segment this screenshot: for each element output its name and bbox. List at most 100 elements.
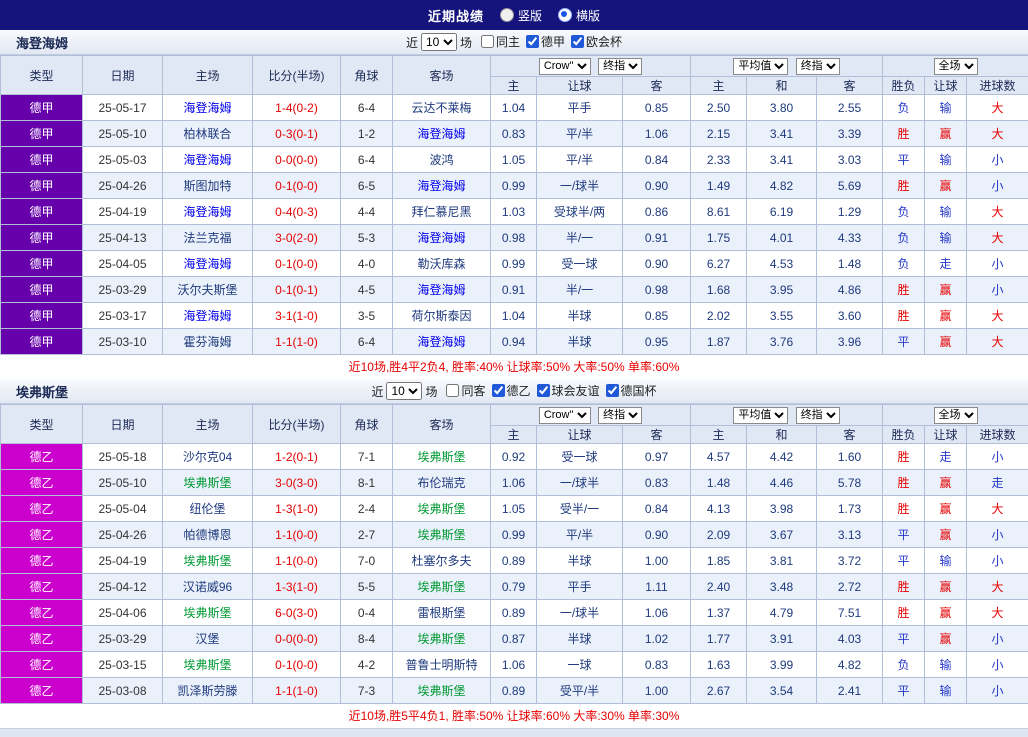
average-select[interactable]: 平均值 <box>733 407 788 424</box>
away-team-link[interactable]: 海登海姆 <box>393 225 491 251</box>
away-team-link[interactable]: 埃弗斯堡 <box>393 444 491 470</box>
odds-company-select[interactable]: Crow" <box>539 58 591 75</box>
handicap-away-odds-cell: 0.85 <box>623 95 691 121</box>
away-team-link[interactable]: 荷尔斯泰因 <box>393 303 491 329</box>
corner-cell: 6-4 <box>341 329 393 355</box>
score-cell: 6-0(3-0) <box>253 600 341 626</box>
filter-同客[interactable]: 同客 <box>446 382 485 399</box>
euro-home-odds-cell: 2.02 <box>691 303 747 329</box>
final-index-select[interactable]: 终指 <box>598 58 642 75</box>
match-date-cell: 25-03-08 <box>83 678 163 704</box>
filter-德乙[interactable]: 德乙 <box>492 382 531 399</box>
radio-label: 竖版 <box>518 7 542 24</box>
home-team-link[interactable]: 海登海姆 <box>163 95 253 121</box>
euro-home-odds-cell: 1.87 <box>691 329 747 355</box>
home-team-link[interactable]: 帕德博恩 <box>163 522 253 548</box>
away-team-link[interactable]: 云达不莱梅 <box>393 95 491 121</box>
handicap-result-cell: 赢 <box>925 277 967 303</box>
away-team-link[interactable]: 海登海姆 <box>393 277 491 303</box>
away-team-link[interactable]: 波鸿 <box>393 147 491 173</box>
filter-球会友谊[interactable]: 球会友谊 <box>537 382 600 399</box>
euro-home-odds-cell: 1.68 <box>691 277 747 303</box>
filter-checkbox[interactable] <box>492 384 505 397</box>
final-index-select-2[interactable]: 终指 <box>796 407 840 424</box>
odds-company-select[interactable]: Crow" <box>539 407 591 424</box>
away-team-link[interactable]: 海登海姆 <box>393 173 491 199</box>
match-row: 德乙25-04-06埃弗斯堡6-0(3-0)0-4雷根斯堡0.89一/球半1.0… <box>1 600 1028 626</box>
away-team-link[interactable]: 海登海姆 <box>393 329 491 355</box>
games-label: 场 <box>425 383 437 400</box>
euro-draw-odds-cell: 4.82 <box>747 173 817 199</box>
section-header-bar: 埃弗斯堡 近 10 场 同客德乙球会友谊德国杯 <box>0 379 1028 404</box>
away-team-link[interactable]: 雷根斯堡 <box>393 600 491 626</box>
home-team-link[interactable]: 埃弗斯堡 <box>163 652 253 678</box>
away-team-link[interactable]: 布伦瑞克 <box>393 470 491 496</box>
handicap-result-cell: 赢 <box>925 626 967 652</box>
euro-away-odds-cell: 3.72 <box>817 548 883 574</box>
handicap-result-cell: 赢 <box>925 496 967 522</box>
home-team-link[interactable]: 法兰克福 <box>163 225 253 251</box>
scope-select[interactable]: 全场 <box>934 407 978 424</box>
league-type-cell: 德甲 <box>1 329 83 355</box>
away-team-link[interactable]: 勒沃库森 <box>393 251 491 277</box>
away-team-link[interactable]: 拜仁慕尼黑 <box>393 199 491 225</box>
handicap-away-odds-cell: 0.90 <box>623 251 691 277</box>
home-team-link[interactable]: 汉堡 <box>163 626 253 652</box>
final-index-select[interactable]: 终指 <box>598 407 642 424</box>
score-cell: 1-4(0-2) <box>253 95 341 121</box>
filter-同主[interactable]: 同主 <box>481 33 520 50</box>
away-team-link[interactable]: 海登海姆 <box>393 121 491 147</box>
filter-德国杯[interactable]: 德国杯 <box>606 382 657 399</box>
match-row: 德甲25-04-05海登海姆0-1(0-0)4-0勒沃库森0.99受一球0.90… <box>1 251 1028 277</box>
home-team-link[interactable]: 海登海姆 <box>163 303 253 329</box>
home-team-link[interactable]: 霍芬海姆 <box>163 329 253 355</box>
col-date: 日期 <box>83 56 163 95</box>
home-team-link[interactable]: 凯泽斯劳滕 <box>163 678 253 704</box>
filter-德甲[interactable]: 德甲 <box>526 33 565 50</box>
away-team-link[interactable]: 埃弗斯堡 <box>393 574 491 600</box>
games-count-select[interactable]: 10 <box>386 382 422 400</box>
goals-result-cell: 小 <box>967 147 1028 173</box>
away-team-link[interactable]: 埃弗斯堡 <box>393 678 491 704</box>
final-index-select-2[interactable]: 终指 <box>796 58 840 75</box>
home-team-link[interactable]: 埃弗斯堡 <box>163 548 253 574</box>
col-score: 比分(半场) <box>253 405 341 444</box>
games-count-select[interactable]: 10 <box>421 33 457 51</box>
filter-checkbox[interactable] <box>481 35 494 48</box>
filter-checkbox[interactable] <box>571 35 584 48</box>
home-team-link[interactable]: 纽伦堡 <box>163 496 253 522</box>
home-team-link[interactable]: 海登海姆 <box>163 251 253 277</box>
score-cell: 3-0(2-0) <box>253 225 341 251</box>
handicap-home-odds-cell: 1.06 <box>491 652 537 678</box>
home-team-link[interactable]: 埃弗斯堡 <box>163 470 253 496</box>
away-team-link[interactable]: 埃弗斯堡 <box>393 626 491 652</box>
away-team-link[interactable]: 埃弗斯堡 <box>393 522 491 548</box>
layout-radio-vertical[interactable]: 竖版 <box>500 7 542 24</box>
filter-checkbox[interactable] <box>606 384 619 397</box>
match-row: 德甲25-05-17海登海姆1-4(0-2)6-4云达不莱梅1.04平手0.85… <box>1 95 1028 121</box>
home-team-link[interactable]: 柏林联合 <box>163 121 253 147</box>
filter-checkbox[interactable] <box>446 384 459 397</box>
away-team-link[interactable]: 杜塞尔多夫 <box>393 548 491 574</box>
handicap-line-cell: 受一球 <box>537 444 623 470</box>
home-team-link[interactable]: 沃尔夫斯堡 <box>163 277 253 303</box>
filter-label: 德乙 <box>507 382 531 399</box>
filter-欧会杯[interactable]: 欧会杯 <box>571 33 622 50</box>
home-team-link[interactable]: 沙尔克04 <box>163 444 253 470</box>
match-row: 德乙25-05-04纽伦堡1-3(1-0)2-4埃弗斯堡1.05受半/一0.84… <box>1 496 1028 522</box>
filter-checkbox[interactable] <box>537 384 550 397</box>
away-team-link[interactable]: 普鲁士明斯特 <box>393 652 491 678</box>
filter-checkbox[interactable] <box>526 35 539 48</box>
section-team-2: 埃弗斯堡 近 10 场 同客德乙球会友谊德国杯 类型 日期 主场 比分(半场) … <box>0 379 1028 728</box>
layout-radio-horizontal[interactable]: 横版 <box>558 7 600 24</box>
home-team-link[interactable]: 海登海姆 <box>163 199 253 225</box>
home-team-link[interactable]: 汉诺威96 <box>163 574 253 600</box>
handicap-away-odds-cell: 0.84 <box>623 496 691 522</box>
average-select[interactable]: 平均值 <box>733 58 788 75</box>
scope-select[interactable]: 全场 <box>934 58 978 75</box>
away-team-link[interactable]: 埃弗斯堡 <box>393 496 491 522</box>
home-team-link[interactable]: 海登海姆 <box>163 147 253 173</box>
home-team-link[interactable]: 斯图加特 <box>163 173 253 199</box>
filter-controls: 近 10 场 同客德乙球会友谊德国杯 <box>371 382 656 400</box>
home-team-link[interactable]: 埃弗斯堡 <box>163 600 253 626</box>
